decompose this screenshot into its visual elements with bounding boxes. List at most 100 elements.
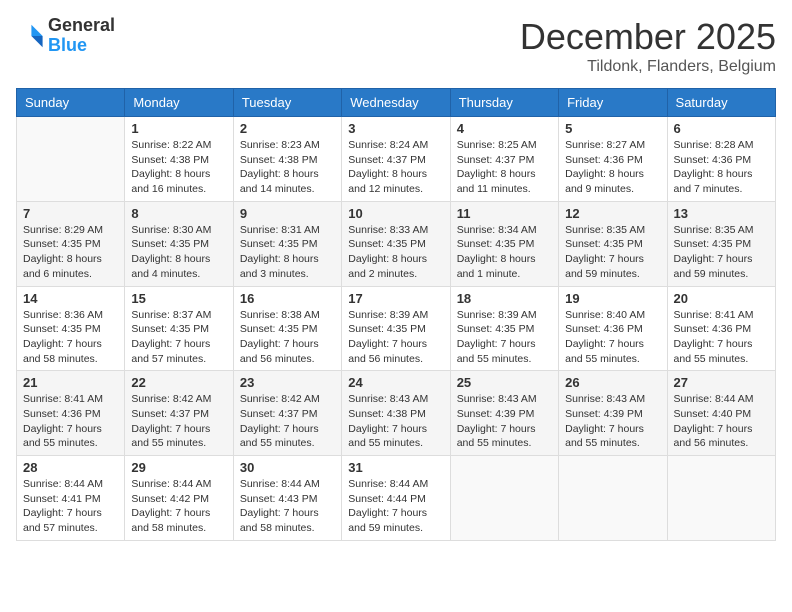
day-number: 6: [674, 121, 769, 136]
day-info: Sunrise: 8:28 AMSunset: 4:36 PMDaylight:…: [674, 138, 769, 197]
day-info: Sunrise: 8:41 AMSunset: 4:36 PMDaylight:…: [674, 308, 769, 367]
day-info: Sunrise: 8:40 AMSunset: 4:36 PMDaylight:…: [565, 308, 660, 367]
day-info: Sunrise: 8:39 AMSunset: 4:35 PMDaylight:…: [457, 308, 552, 367]
day-number: 2: [240, 121, 335, 136]
calendar-day-cell: 18 Sunrise: 8:39 AMSunset: 4:35 PMDayligh…: [450, 286, 558, 371]
day-info: Sunrise: 8:33 AMSunset: 4:35 PMDaylight:…: [348, 223, 443, 282]
day-number: 23: [240, 375, 335, 390]
day-number: 24: [348, 375, 443, 390]
day-info: Sunrise: 8:44 AMSunset: 4:42 PMDaylight:…: [131, 477, 226, 536]
day-number: 30: [240, 460, 335, 475]
day-info: Sunrise: 8:35 AMSunset: 4:35 PMDaylight:…: [674, 223, 769, 282]
day-info: Sunrise: 8:44 AMSunset: 4:40 PMDaylight:…: [674, 392, 769, 451]
day-info: Sunrise: 8:38 AMSunset: 4:35 PMDaylight:…: [240, 308, 335, 367]
day-info: Sunrise: 8:39 AMSunset: 4:35 PMDaylight:…: [348, 308, 443, 367]
weekday-header-tuesday: Tuesday: [233, 89, 341, 117]
day-info: Sunrise: 8:31 AMSunset: 4:35 PMDaylight:…: [240, 223, 335, 282]
calendar-day-cell: 24Sunrise: 8:43 AMSunset: 4:38 PMDayligh…: [342, 371, 450, 456]
day-number: 25: [457, 375, 552, 390]
calendar-day-cell: 5Sunrise: 8:27 AMSunset: 4:36 PMDaylight…: [559, 117, 667, 202]
page-header: General Blue December 2025 Tildonk, Flan…: [16, 16, 776, 76]
weekday-header-wednesday: Wednesday: [342, 89, 450, 117]
calendar-day-cell: 3Sunrise: 8:24 AMSunset: 4:37 PMDaylight…: [342, 117, 450, 202]
day-info: Sunrise: 8:22 AMSunset: 4:38 PMDaylight:…: [131, 138, 226, 197]
calendar-day-cell: 19 Sunrise: 8:40 AMSunset: 4:36 PMDayligh…: [559, 286, 667, 371]
day-info: Sunrise: 8:44 AMSunset: 4:41 PMDaylight:…: [23, 477, 118, 536]
day-number: 22: [131, 375, 226, 390]
day-info: Sunrise: 8:41 AMSunset: 4:36 PMDaylight:…: [23, 392, 118, 451]
day-info: Sunrise: 8:27 AMSunset: 4:36 PMDaylight:…: [565, 138, 660, 197]
day-info: Sunrise: 8:24 AMSunset: 4:37 PMDaylight:…: [348, 138, 443, 197]
calendar-day-cell: 17 Sunrise: 8:39 AMSunset: 4:35 PMDayligh…: [342, 286, 450, 371]
calendar-day-cell: 6 Sunrise: 8:28 AMSunset: 4:36 PMDaylight…: [667, 117, 775, 202]
day-info: Sunrise: 8:29 AMSunset: 4:35 PMDaylight:…: [23, 223, 118, 282]
calendar-day-cell: 14 Sunrise: 8:36 AMSunset: 4:35 PMDayligh…: [17, 286, 125, 371]
calendar-day-cell: 31Sunrise: 8:44 AMSunset: 4:44 PMDayligh…: [342, 456, 450, 541]
calendar-day-cell: 29 Sunrise: 8:44 AMSunset: 4:42 PMDayligh…: [125, 456, 233, 541]
day-number: 1: [131, 121, 226, 136]
calendar-day-cell: 27 Sunrise: 8:44 AMSunset: 4:40 PMDayligh…: [667, 371, 775, 456]
day-info: Sunrise: 8:42 AMSunset: 4:37 PMDaylight:…: [131, 392, 226, 451]
day-number: 14: [23, 291, 118, 306]
logo-text: General Blue: [48, 16, 115, 56]
calendar-day-cell: 1 Sunrise: 8:22 AMSunset: 4:38 PMDaylight…: [125, 117, 233, 202]
day-info: Sunrise: 8:35 AMSunset: 4:35 PMDaylight:…: [565, 223, 660, 282]
day-number: 20: [674, 291, 769, 306]
calendar-day-cell: [667, 456, 775, 541]
calendar-day-cell: 2Sunrise: 8:23 AMSunset: 4:38 PMDaylight…: [233, 117, 341, 202]
day-info: Sunrise: 8:36 AMSunset: 4:35 PMDaylight:…: [23, 308, 118, 367]
calendar-day-cell: 8 Sunrise: 8:30 AMSunset: 4:35 PMDaylight…: [125, 201, 233, 286]
day-info: Sunrise: 8:43 AMSunset: 4:39 PMDaylight:…: [457, 392, 552, 451]
day-number: 15: [131, 291, 226, 306]
day-number: 19: [565, 291, 660, 306]
weekday-header-thursday: Thursday: [450, 89, 558, 117]
day-number: 7: [23, 206, 118, 221]
day-number: 16: [240, 291, 335, 306]
calendar-day-cell: 22 Sunrise: 8:42 AMSunset: 4:37 PMDayligh…: [125, 371, 233, 456]
day-number: 17: [348, 291, 443, 306]
day-info: Sunrise: 8:34 AMSunset: 4:35 PMDaylight:…: [457, 223, 552, 282]
calendar-day-cell: 7 Sunrise: 8:29 AMSunset: 4:35 PMDaylight…: [17, 201, 125, 286]
month-title: December 2025: [520, 16, 776, 58]
calendar-table: SundayMondayTuesdayWednesdayThursdayFrid…: [16, 88, 776, 541]
day-number: 26: [565, 375, 660, 390]
calendar-day-cell: 23 Sunrise: 8:42 AMSunset: 4:37 PMDayligh…: [233, 371, 341, 456]
calendar-day-cell: [17, 117, 125, 202]
day-number: 10: [348, 206, 443, 221]
calendar-day-cell: 25 Sunrise: 8:43 AMSunset: 4:39 PMDayligh…: [450, 371, 558, 456]
calendar-day-cell: 15Sunrise: 8:37 AMSunset: 4:35 PMDayligh…: [125, 286, 233, 371]
calendar-week-row: 28 Sunrise: 8:44 AMSunset: 4:41 PMDayligh…: [17, 456, 776, 541]
logo-icon: [16, 22, 44, 50]
calendar-day-cell: 13 Sunrise: 8:35 AMSunset: 4:35 PMDayligh…: [667, 201, 775, 286]
calendar-day-cell: 10 Sunrise: 8:33 AMSunset: 4:35 PMDayligh…: [342, 201, 450, 286]
day-number: 12: [565, 206, 660, 221]
calendar-day-cell: 20 Sunrise: 8:41 AMSunset: 4:36 PMDayligh…: [667, 286, 775, 371]
day-number: 21: [23, 375, 118, 390]
calendar-day-cell: 28 Sunrise: 8:44 AMSunset: 4:41 PMDayligh…: [17, 456, 125, 541]
day-number: 27: [674, 375, 769, 390]
day-info: Sunrise: 8:43 AMSunset: 4:39 PMDaylight:…: [565, 392, 660, 451]
calendar-week-row: 21 Sunrise: 8:41 AMSunset: 4:36 PMDayligh…: [17, 371, 776, 456]
calendar-day-cell: 9 Sunrise: 8:31 AMSunset: 4:35 PMDaylight…: [233, 201, 341, 286]
day-number: 31: [348, 460, 443, 475]
calendar-day-cell: 4Sunrise: 8:25 AMSunset: 4:37 PMDaylight…: [450, 117, 558, 202]
calendar-day-cell: 11Sunrise: 8:34 AMSunset: 4:35 PMDayligh…: [450, 201, 558, 286]
day-info: Sunrise: 8:44 AMSunset: 4:43 PMDaylight:…: [240, 477, 335, 536]
calendar-day-cell: 30 Sunrise: 8:44 AMSunset: 4:43 PMDayligh…: [233, 456, 341, 541]
weekday-header-saturday: Saturday: [667, 89, 775, 117]
day-number: 8: [131, 206, 226, 221]
weekday-header-sunday: Sunday: [17, 89, 125, 117]
day-number: 29: [131, 460, 226, 475]
day-number: 9: [240, 206, 335, 221]
calendar-day-cell: [450, 456, 558, 541]
day-info: Sunrise: 8:42 AMSunset: 4:37 PMDaylight:…: [240, 392, 335, 451]
day-number: 13: [674, 206, 769, 221]
weekday-header-friday: Friday: [559, 89, 667, 117]
weekday-header-row: SundayMondayTuesdayWednesdayThursdayFrid…: [17, 89, 776, 117]
location: Tildonk, Flanders, Belgium: [520, 58, 776, 76]
day-info: Sunrise: 8:30 AMSunset: 4:35 PMDaylight:…: [131, 223, 226, 282]
day-number: 28: [23, 460, 118, 475]
day-number: 18: [457, 291, 552, 306]
calendar-day-cell: 12 Sunrise: 8:35 AMSunset: 4:35 PMDayligh…: [559, 201, 667, 286]
calendar-week-row: 1 Sunrise: 8:22 AMSunset: 4:38 PMDaylight…: [17, 117, 776, 202]
